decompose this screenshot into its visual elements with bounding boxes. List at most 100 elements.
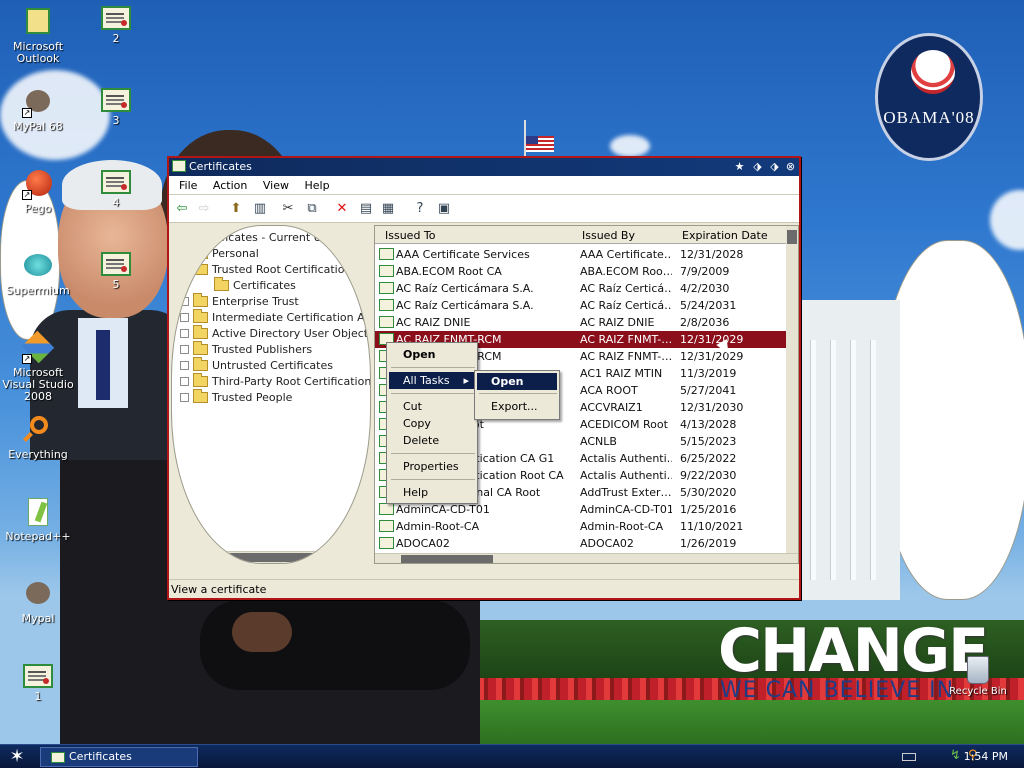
folder-icon bbox=[193, 372, 208, 387]
expand-icon[interactable] bbox=[180, 328, 189, 338]
cell-exp: 5/27/2041 bbox=[680, 384, 737, 397]
minimize-button[interactable]: ⬗ bbox=[750, 159, 765, 174]
tree-item-ad-user-object[interactable]: Active Directory User Object bbox=[180, 324, 368, 341]
desktop-icon-cert-1[interactable]: 1 bbox=[0, 660, 76, 703]
desktop-icon-cert-3[interactable]: 3 bbox=[78, 84, 154, 127]
expand-icon[interactable] bbox=[180, 344, 189, 354]
context-menu-all-tasks[interactable]: All Tasks ▸ bbox=[389, 372, 475, 389]
tree-item-trusted-people[interactable]: Trusted People bbox=[180, 388, 292, 405]
keyboard-icon[interactable] bbox=[902, 753, 916, 761]
expand-icon[interactable] bbox=[180, 376, 189, 386]
desktop-icon-label: Recycle Bin bbox=[949, 686, 1007, 697]
expand-icon[interactable] bbox=[180, 296, 189, 306]
table-row[interactable]: ADOCA02 ADOCA02 1/26/2019 bbox=[375, 535, 790, 552]
desktop-icon-recycle-bin[interactable]: Recycle Bin bbox=[948, 656, 1008, 697]
tree-item-certificates[interactable]: Certificates bbox=[214, 276, 296, 293]
cell-exp: 12/31/2030 bbox=[680, 401, 744, 414]
desktop-icon-mypal68[interactable]: ↗ MyPal 68 bbox=[0, 86, 76, 133]
desktop-icon-visual-studio[interactable]: ↗ Microsoft Visual Studio 2008 bbox=[0, 330, 76, 403]
table-row[interactable]: ABA.ECOM Root CA ABA.ECOM Roo… 7/9/2009 bbox=[375, 263, 790, 280]
desktop-icon-mypal[interactable]: Mypal bbox=[0, 578, 76, 625]
list-vertical-scrollbar[interactable] bbox=[786, 226, 798, 553]
show-action-pane-icon[interactable]: ▣ bbox=[435, 200, 453, 218]
submenu-export[interactable]: Export... bbox=[477, 398, 557, 415]
desktop-icon-cert-2[interactable]: 2 bbox=[78, 2, 154, 45]
context-menu-properties[interactable]: Properties bbox=[389, 458, 475, 475]
desktop-icon-outlook[interactable]: Microsoft Outlook bbox=[0, 6, 76, 65]
menu-file[interactable]: File bbox=[173, 176, 203, 195]
desktop-icon-cert-5[interactable]: 5 bbox=[78, 248, 154, 291]
delete-icon[interactable]: ✕ bbox=[333, 200, 351, 218]
cell-exp: 2/8/2036 bbox=[680, 316, 730, 329]
cell-to: ADOCA02 bbox=[396, 537, 450, 550]
submenu-open[interactable]: Open bbox=[477, 373, 557, 390]
pin-icon[interactable]: ★ bbox=[732, 159, 747, 174]
tree-label: Intermediate Certification Authc bbox=[212, 310, 371, 324]
table-row[interactable]: AC Raíz Certicámara S.A. AC Raíz Certicá…… bbox=[375, 280, 790, 297]
taskbar-item-certificates[interactable]: Certificates bbox=[40, 747, 198, 767]
tree-horizontal-scrollbar[interactable] bbox=[172, 551, 370, 563]
tree-item-personal[interactable]: Personal bbox=[180, 244, 259, 261]
tree-root[interactable]: Certificates - Current User bbox=[176, 229, 339, 245]
context-menu-delete[interactable]: Delete bbox=[389, 432, 475, 449]
show-hide-tree-icon[interactable]: ▥ bbox=[251, 200, 269, 218]
cell-by: ACEDICOM Root bbox=[580, 418, 668, 431]
tree-item-trusted-root[interactable]: Trusted Root Certification Authc bbox=[180, 260, 370, 277]
clock[interactable]: 1:54 PM bbox=[964, 750, 1008, 763]
tree-item-trusted-publishers[interactable]: Trusted Publishers bbox=[180, 340, 312, 357]
up-folder-icon[interactable]: ⬆ bbox=[227, 200, 245, 218]
title-bar[interactable]: Certificates ★ ⬗ ⬗ ⊗ bbox=[169, 158, 799, 176]
column-issued-by[interactable]: Issued By bbox=[582, 229, 635, 242]
forward-icon[interactable]: ⇨ bbox=[195, 200, 213, 218]
menu-view[interactable]: View bbox=[257, 176, 295, 195]
maximize-button[interactable]: ⬗ bbox=[767, 159, 782, 174]
start-button[interactable]: ✶ bbox=[4, 746, 30, 768]
certificate-icon bbox=[379, 265, 394, 277]
slogan-sub: WE CAN BELIEVE IN bbox=[720, 678, 955, 703]
desktop-icon-supermium[interactable]: Supermium bbox=[0, 250, 76, 297]
tree-item-untrusted[interactable]: Untrusted Certificates bbox=[180, 356, 333, 373]
collapse-icon[interactable] bbox=[180, 264, 189, 274]
cut-icon[interactable]: ✂ bbox=[279, 200, 297, 218]
copy-icon[interactable]: ⧉ bbox=[303, 200, 321, 218]
desktop-icon-notepadpp[interactable]: Notepad++ bbox=[0, 496, 76, 543]
expand-icon[interactable] bbox=[180, 312, 189, 322]
expand-icon[interactable] bbox=[180, 360, 189, 370]
menu-action[interactable]: Action bbox=[207, 176, 253, 195]
network-icon[interactable]: ↯ bbox=[950, 749, 964, 763]
properties-icon[interactable]: ▤ bbox=[357, 200, 375, 218]
column-expiration-date[interactable]: Expiration Date bbox=[682, 229, 768, 242]
expand-icon[interactable] bbox=[180, 248, 189, 258]
help-icon[interactable]: ? bbox=[411, 200, 429, 218]
desktop-icon-pego[interactable]: ↗ Pego bbox=[0, 168, 76, 215]
star-icon: ✶ bbox=[9, 746, 25, 767]
export-list-icon[interactable]: ▦ bbox=[379, 200, 397, 218]
desktop-icon-cert-4[interactable]: 4 bbox=[78, 166, 154, 209]
expand-icon[interactable] bbox=[180, 392, 189, 402]
tree-item-intermediate[interactable]: Intermediate Certification Authc bbox=[180, 308, 371, 325]
folder-icon bbox=[193, 324, 208, 339]
scrollbar-thumb[interactable] bbox=[787, 230, 797, 244]
back-icon[interactable]: ⇦ bbox=[173, 200, 191, 218]
scrollbar-thumb[interactable] bbox=[401, 555, 493, 563]
column-issued-to[interactable]: Issued To bbox=[385, 229, 436, 242]
desktop-icon-label: 2 bbox=[112, 32, 120, 45]
table-row[interactable]: AC RAIZ DNIE AC RAIZ DNIE 2/8/2036 bbox=[375, 314, 790, 331]
table-row[interactable]: AC Raíz Certicámara S.A. AC Raíz Certicá…… bbox=[375, 297, 790, 314]
context-menu-open[interactable]: Open bbox=[389, 346, 475, 363]
close-button[interactable]: ⊗ bbox=[783, 159, 798, 174]
menu-help[interactable]: Help bbox=[298, 176, 335, 195]
cell-by: AC RAIZ DNIE bbox=[580, 316, 655, 329]
desktop-icon-everything[interactable]: Everything bbox=[0, 414, 76, 461]
tree-item-enterprise-trust[interactable]: Enterprise Trust bbox=[180, 292, 299, 309]
table-row[interactable]: Admin-Root-CA Admin-Root-CA 11/10/2021 bbox=[375, 518, 790, 535]
context-menu-copy[interactable]: Copy bbox=[389, 415, 475, 432]
recycle-bin-icon bbox=[967, 656, 989, 684]
context-menu-help[interactable]: Help bbox=[389, 484, 475, 501]
list-horizontal-scrollbar[interactable] bbox=[375, 553, 798, 563]
scrollbar-thumb[interactable] bbox=[184, 553, 324, 562]
tree-item-third-party-root[interactable]: Third-Party Root Certification Au bbox=[180, 372, 370, 389]
table-row[interactable]: AAA Certificate Services AAA Certificate…… bbox=[375, 246, 790, 263]
certificate-icon bbox=[379, 503, 394, 515]
context-menu-cut[interactable]: Cut bbox=[389, 398, 475, 415]
